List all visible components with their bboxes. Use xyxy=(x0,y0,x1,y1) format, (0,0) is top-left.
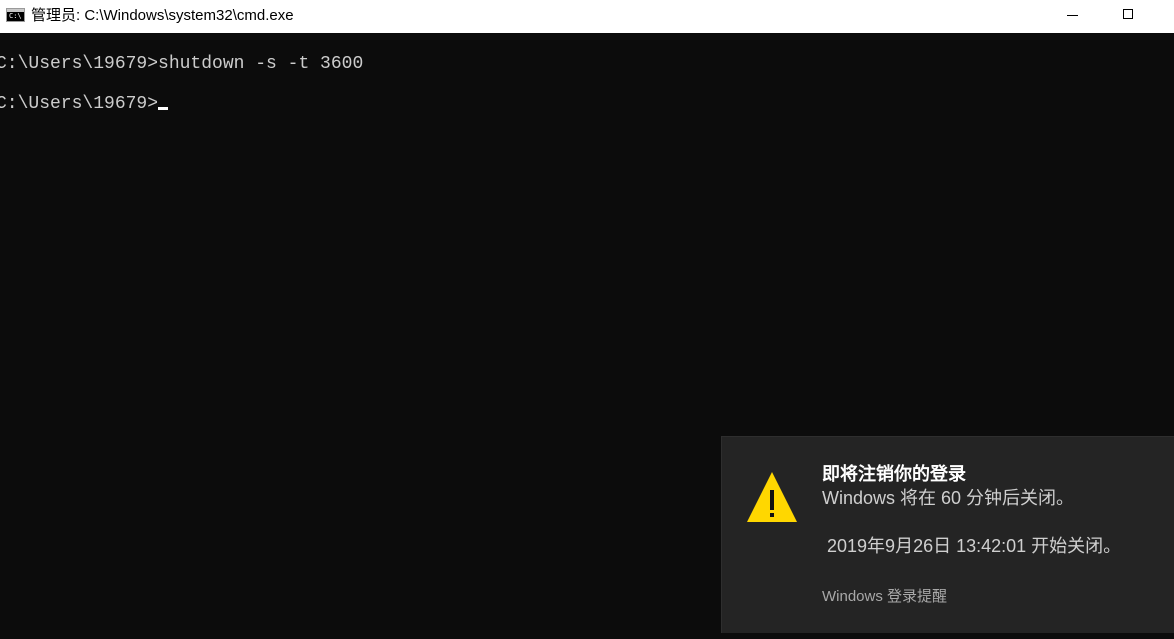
console-prompt-line[interactable]: C:\Users\19679> xyxy=(0,84,1170,124)
warning-icon xyxy=(747,472,797,522)
maximize-button[interactable] xyxy=(1106,0,1152,33)
cmd-window: C:\ 管理员: C:\Windows\system32\cmd.exe C:\… xyxy=(0,0,1174,639)
text-cursor xyxy=(158,107,169,110)
notification-source: Windows 登录提醒 xyxy=(822,588,948,605)
console-line: C:\Users\19679>shutdown -s -t 3600 xyxy=(0,54,364,74)
notification-time: 2019年9月26日 13:42:01 开始关闭。 xyxy=(822,536,1122,556)
minimize-button[interactable] xyxy=(1050,0,1096,33)
cmd-icon-text: C:\ xyxy=(9,12,22,20)
shutdown-notification[interactable]: 即将注销你的登录 Windows 将在 60 分钟后关闭。 2019年9月26日… xyxy=(721,436,1174,633)
notification-title: 即将注销你的登录 xyxy=(822,464,966,484)
minimize-icon xyxy=(1067,15,1078,16)
cmd-icon[interactable]: C:\ xyxy=(6,8,25,22)
console-prompt: C:\Users\19679> xyxy=(0,94,159,114)
title-bar[interactable]: C:\ 管理员: C:\Windows\system32\cmd.exe xyxy=(0,0,1174,33)
notification-body: Windows 将在 60 分钟后关闭。 xyxy=(822,488,1075,508)
maximize-icon xyxy=(1123,9,1133,19)
window-title: 管理员: C:\Windows\system32\cmd.exe xyxy=(31,7,294,24)
